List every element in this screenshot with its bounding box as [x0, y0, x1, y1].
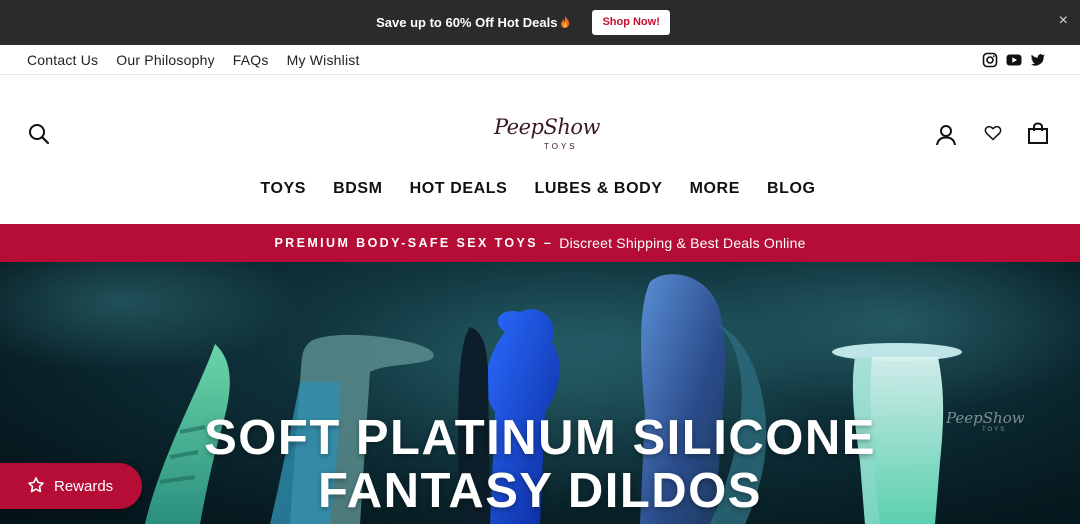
faqs-link[interactable]: FAQs — [233, 52, 269, 68]
hero-banner[interactable]: PeepShow TOYS SOFT PLATINUM SILICONE FAN… — [0, 262, 1080, 524]
promo-banner: PREMIUM BODY-SAFE SEX TOYS – Discreet Sh… — [0, 224, 1080, 262]
nav-hot-deals[interactable]: HOT DEALS — [410, 180, 508, 198]
nav-toys[interactable]: TOYS — [260, 180, 306, 198]
site-header: PeepShow TOYS TOYS BDSM HOT DEALS LUBES … — [0, 75, 1080, 223]
close-announcement-button[interactable]: × — [1059, 13, 1068, 29]
contact-us-link[interactable]: Contact Us — [27, 52, 98, 68]
utility-nav: Contact Us Our Philosophy FAQs My Wishli… — [0, 45, 1080, 75]
our-philosophy-link[interactable]: Our Philosophy — [116, 52, 215, 68]
flame-icon — [561, 16, 570, 28]
site-logo[interactable]: PeepShow TOYS — [488, 113, 601, 157]
rewards-label: Rewards — [54, 477, 114, 495]
hero-title-line-1: SOFT PLATINUM SILICONE — [204, 411, 876, 465]
instagram-icon[interactable] — [982, 52, 998, 68]
nav-blog[interactable]: BLOG — [767, 180, 816, 198]
hero-title: SOFT PLATINUM SILICONE FANTASY DILDOS — [0, 412, 1080, 518]
cart-icon[interactable] — [1027, 122, 1049, 144]
promo-headline: PREMIUM BODY-SAFE SEX TOYS – — [274, 236, 554, 250]
social-links — [982, 52, 1046, 68]
gift-icon — [28, 477, 44, 493]
account-icon[interactable] — [935, 124, 957, 146]
logo-subtitle: TOYS — [544, 142, 578, 151]
announcement-bar: Save up to 60% Off Hot Deals Shop Now! × — [0, 0, 1080, 45]
youtube-icon[interactable] — [1006, 52, 1022, 68]
nav-bdsm[interactable]: BDSM — [333, 180, 383, 198]
shop-now-button[interactable]: Shop Now! — [592, 10, 670, 35]
announcement-text: Save up to 60% Off Hot Deals — [376, 15, 570, 30]
heart-icon[interactable] — [984, 124, 1002, 142]
nav-more[interactable]: MORE — [690, 180, 740, 198]
rewards-button[interactable]: Rewards — [0, 463, 142, 509]
logo-wordmark: PeepShow — [494, 115, 601, 139]
nav-lubes-body[interactable]: LUBES & BODY — [534, 180, 662, 198]
promo-subtext: Discreet Shipping & Best Deals Online — [559, 235, 806, 251]
search-icon[interactable] — [28, 123, 50, 145]
my-wishlist-link[interactable]: My Wishlist — [287, 52, 360, 68]
hero-title-line-2: FANTASY DILDOS — [318, 464, 762, 518]
main-nav: TOYS BDSM HOT DEALS LUBES & BODY MORE BL… — [0, 180, 1080, 198]
twitter-icon[interactable] — [1030, 52, 1046, 68]
